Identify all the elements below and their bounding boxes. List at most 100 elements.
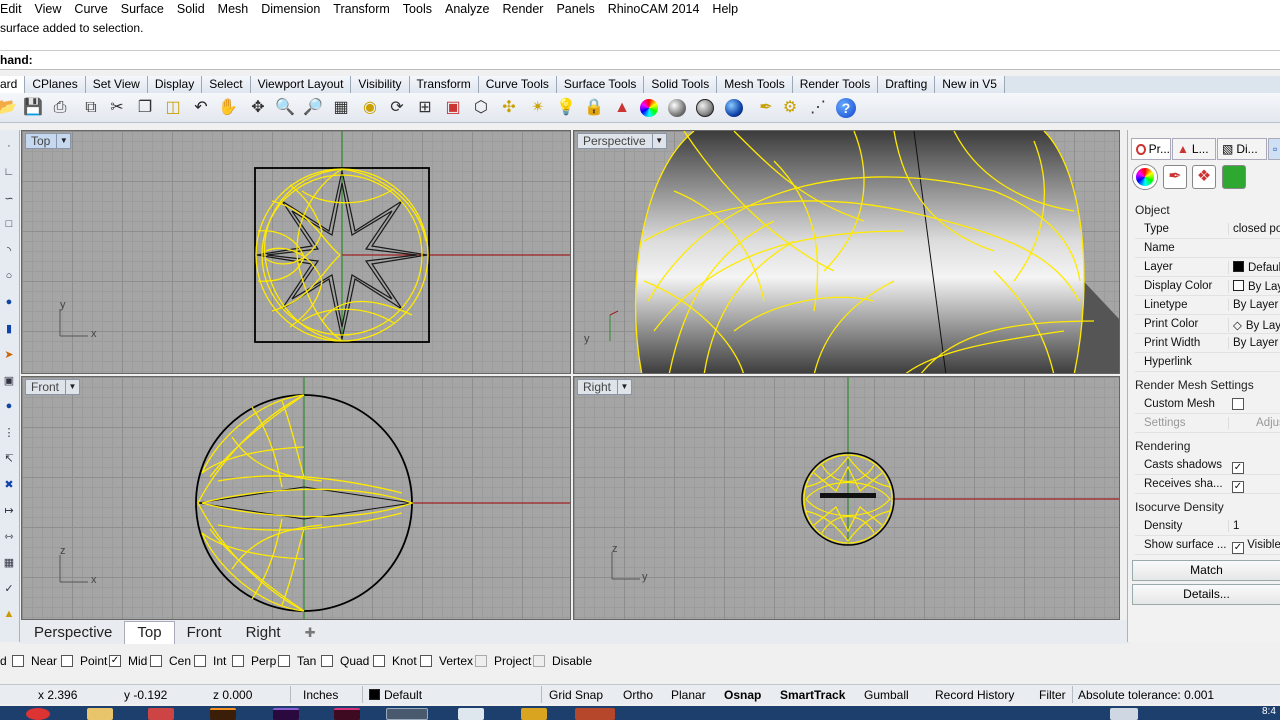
undo-icon[interactable]: ↶ xyxy=(190,97,212,119)
viewport-title-perspective[interactable]: Perspective ▼ xyxy=(577,133,667,149)
split-tool-icon[interactable]: ✖ xyxy=(0,476,18,492)
texture-icon[interactable]: ❖ xyxy=(1192,165,1216,189)
prop-value[interactable]: By Layer xyxy=(1228,299,1280,311)
osnap-tan[interactable]: Tan xyxy=(278,654,316,668)
osnap-project-checkbox[interactable] xyxy=(475,655,487,667)
rhino-taskbar-icon[interactable] xyxy=(386,708,428,720)
sphere-wire-icon[interactable] xyxy=(694,97,716,119)
import-icon[interactable]: ⧉ xyxy=(80,97,102,119)
viewport-perspective[interactable]: y Perspective ▼ xyxy=(573,130,1120,374)
menu-solid[interactable]: Solid xyxy=(170,2,211,16)
paste-icon[interactable]: ◫ xyxy=(162,97,184,119)
tab-standard[interactable]: ard xyxy=(0,76,26,93)
rotate-camera-icon[interactable]: ⟳ xyxy=(386,97,408,119)
prop-row-print-color[interactable]: Print Color ◇By Layer xyxy=(1135,315,1280,334)
adjust-button[interactable]: Adjust xyxy=(1228,417,1280,429)
command-line[interactable]: hand: xyxy=(0,51,1280,70)
osnap-cen-checkbox[interactable] xyxy=(150,655,162,667)
light-bulb-icon[interactable]: 💡 xyxy=(555,97,577,119)
osnap-vertex[interactable]: Vertex xyxy=(420,654,473,668)
viewport-right[interactable]: z y Right ▼ xyxy=(573,376,1120,620)
text-tool-icon[interactable]: ⇿ xyxy=(0,528,18,544)
edit-points-tool-icon[interactable]: ⋮ xyxy=(0,424,18,440)
premiere-taskbar-icon[interactable] xyxy=(273,708,299,720)
tab-visibility[interactable]: Visibility xyxy=(351,76,410,93)
mesh-tool-icon[interactable]: ● xyxy=(0,398,18,414)
tab-perspective[interactable]: Perspective xyxy=(20,622,124,644)
analyze-tool-icon[interactable]: ✓ xyxy=(0,580,18,596)
sphere-render-icon[interactable] xyxy=(723,97,745,119)
osnap-mid[interactable]: ✓ Mid xyxy=(109,654,147,668)
viewport-title-front[interactable]: Front ▼ xyxy=(25,379,81,395)
osnap-vertex-checkbox[interactable] xyxy=(420,655,432,667)
menu-edit[interactable]: Edit xyxy=(0,2,28,16)
tab-viewport-layout[interactable]: Viewport Layout xyxy=(250,76,352,93)
prop-row-hyperlink[interactable]: Hyperlink xyxy=(1135,353,1280,372)
receives-shadows-checkbox[interactable]: ✓ xyxy=(1232,481,1244,493)
viewport-front[interactable]: z x Front ▼ xyxy=(21,376,571,620)
point-tool-icon[interactable]: · xyxy=(0,138,18,154)
menu-transform[interactable]: Transform xyxy=(326,2,396,16)
zoom-window-icon[interactable]: 🔎 xyxy=(302,97,324,119)
tab-right[interactable]: Right xyxy=(234,622,293,644)
object-properties-icon[interactable] xyxy=(1133,165,1157,189)
app-taskbar-icon[interactable] xyxy=(148,708,174,720)
circle-tool-icon[interactable]: ○ xyxy=(0,268,18,284)
ortho-toggle[interactable]: Ortho xyxy=(623,688,653,702)
object-color-icon[interactable] xyxy=(1222,165,1246,189)
menu-tools[interactable]: Tools xyxy=(396,2,438,16)
status-units[interactable]: Inches xyxy=(303,688,338,702)
tab-cplanes[interactable]: CPlanes xyxy=(25,76,86,93)
tab-surface-tools[interactable]: Surface Tools xyxy=(556,76,645,93)
osnap-point-checkbox[interactable] xyxy=(61,655,73,667)
density-value[interactable]: 1 xyxy=(1228,520,1280,532)
menu-surface[interactable]: Surface xyxy=(114,2,170,16)
zoom-selected-icon[interactable]: ◉ xyxy=(359,97,381,119)
dimension-icon[interactable]: ⋰ xyxy=(807,97,829,119)
prop-row-density[interactable]: Density 1 xyxy=(1135,517,1280,536)
array-tool-icon[interactable]: ▦ xyxy=(0,554,18,570)
prop-value[interactable]: By Layer xyxy=(1228,337,1280,349)
copy-icon[interactable]: ❐ xyxy=(134,97,156,119)
menu-view[interactable]: View xyxy=(28,2,68,16)
osnap-project[interactable]: Project xyxy=(475,654,531,668)
print-icon[interactable]: ⎙ xyxy=(49,97,71,119)
prop-row-print-width[interactable]: Print Width By Layer xyxy=(1135,334,1280,353)
menu-mesh[interactable]: Mesh xyxy=(211,2,255,16)
details-button[interactable]: Details... xyxy=(1132,584,1280,605)
osnap-toggle[interactable]: Osnap xyxy=(724,688,761,702)
open-icon[interactable]: 📂 xyxy=(0,97,18,119)
tab-new-in-v5[interactable]: New in V5 xyxy=(935,76,1005,93)
material-icon[interactable]: ✒ xyxy=(1163,165,1187,189)
osnap-near[interactable]: Near xyxy=(12,654,57,668)
prop-row-layer[interactable]: Layer Default xyxy=(1135,258,1280,277)
viewport-title-top[interactable]: Top ▼ xyxy=(25,133,72,149)
menu-dimension[interactable]: Dimension xyxy=(254,2,326,16)
rotate-view-icon[interactable]: ✥ xyxy=(247,97,269,119)
prop-value-layer[interactable]: Default xyxy=(1228,261,1280,274)
color-wheel-icon[interactable] xyxy=(638,97,660,119)
osnap-int-checkbox[interactable] xyxy=(194,655,206,667)
save-icon[interactable]: 💾 xyxy=(22,97,44,119)
osnap-disable[interactable]: Disable xyxy=(533,654,592,668)
casts-shadows-checkbox[interactable]: ✓ xyxy=(1232,462,1244,474)
osnap-int[interactable]: Int xyxy=(194,654,226,668)
tab-more[interactable]: ▫ xyxy=(1268,138,1280,160)
arc-tool-icon[interactable]: ◝ xyxy=(0,242,18,258)
osnap-mid-checkbox[interactable]: ✓ xyxy=(109,655,121,667)
tab-render-tools[interactable]: Render Tools xyxy=(792,76,879,93)
prop-row-linetype[interactable]: Linetype By Layer xyxy=(1135,296,1280,315)
dimension-grid-icon[interactable]: ✣ xyxy=(498,97,520,119)
tab-display[interactable]: ▧ Di... xyxy=(1217,138,1267,160)
tab-curve-tools[interactable]: Curve Tools xyxy=(478,76,557,93)
zoom-icon[interactable]: 🔍 xyxy=(274,97,296,119)
chevron-down-icon[interactable]: ▼ xyxy=(56,134,70,148)
osnap-tan-checkbox[interactable] xyxy=(278,655,290,667)
osnap-point[interactable]: Point xyxy=(61,654,107,668)
prop-row-display-color[interactable]: Display Color By Layer xyxy=(1135,277,1280,296)
sphere-shade-icon[interactable] xyxy=(666,97,688,119)
tool-taskbar-icon[interactable] xyxy=(521,708,547,720)
tab-layers[interactable]: ▲ L... xyxy=(1172,138,1216,160)
tab-select[interactable]: Select xyxy=(202,76,251,93)
menu-render[interactable]: Render xyxy=(495,2,549,16)
